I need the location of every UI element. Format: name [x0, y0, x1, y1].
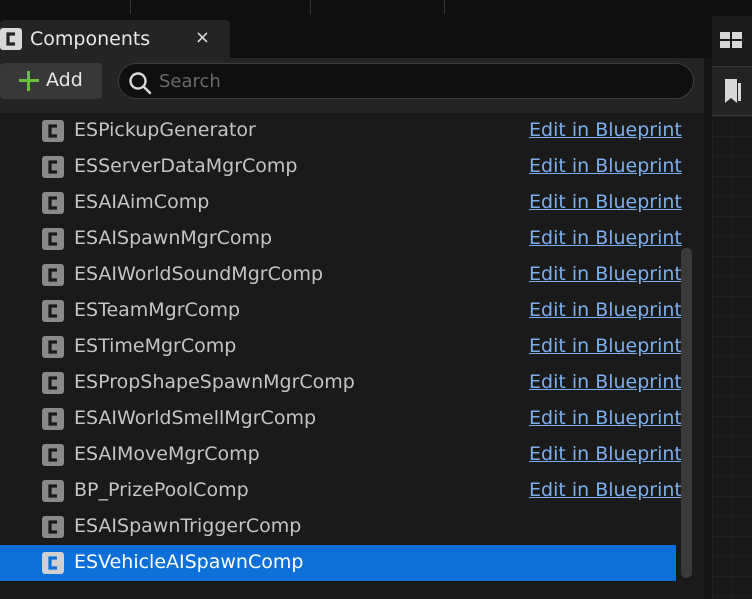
component-class-icon — [42, 300, 64, 322]
edit-in-blueprint-link[interactable]: Edit in Blueprint — [529, 155, 682, 177]
list-item[interactable]: ESAISpawnMgrComp Edit in Blueprint — [0, 221, 682, 257]
layout-grid-icon[interactable] — [718, 26, 746, 54]
component-class-icon — [42, 264, 64, 286]
bookmark-icon — [725, 79, 741, 103]
component-class-icon — [42, 408, 64, 430]
component-class-icon — [42, 120, 64, 142]
list-item[interactable]: ESServerDataMgrComp Edit in Blueprint — [0, 149, 682, 185]
list-item[interactable]: ESPropShapeSpawnMgrComp Edit in Blueprint — [0, 365, 682, 401]
list-item[interactable]: ESAIWorldSmellMgrComp Edit in Blueprint — [0, 401, 682, 437]
top-divider — [444, 0, 445, 14]
top-divider — [310, 0, 311, 14]
component-class-icon — [42, 228, 64, 250]
component-name: ESPickupGenerator — [74, 119, 256, 141]
search-box[interactable] — [118, 63, 694, 99]
add-label: Add — [46, 69, 83, 91]
add-component-button[interactable]: Add — [0, 63, 102, 99]
search-input[interactable] — [159, 66, 679, 96]
list-item[interactable]: ESAISpawnTriggerComp — [0, 509, 676, 545]
component-class-icon — [42, 552, 64, 574]
component-class-icon — [42, 480, 64, 502]
components-panel: Add ESPickupGeneratorEdit in BlueprintES… — [0, 58, 704, 599]
component-name: ESPropShapeSpawnMgrComp — [74, 371, 355, 393]
component-class-icon — [42, 336, 64, 358]
list-item[interactable]: ESAIAimComp Edit in Blueprint — [0, 185, 682, 221]
tab-bar: Components × — [0, 16, 712, 58]
close-icon[interactable]: × — [195, 27, 210, 48]
list-item[interactable]: BP_PrizePoolComp Edit in Blueprint — [0, 473, 682, 509]
component-name: ESAIMoveMgrComp — [74, 443, 260, 465]
component-name: ESAIWorldSmellMgrComp — [74, 407, 317, 429]
edit-in-blueprint-link[interactable]: Edit in Blueprint — [529, 227, 682, 249]
viewport-grid — [712, 116, 752, 599]
tab-title: Components — [30, 28, 151, 50]
tab-components[interactable]: Components × — [0, 20, 230, 58]
component-name: ESTimeMgrComp — [74, 335, 237, 357]
components-toolbar: Add — [0, 58, 704, 106]
component-name: ESServerDataMgrComp — [74, 155, 298, 177]
component-class-icon — [42, 444, 64, 466]
top-divider — [130, 0, 131, 14]
list-item[interactable]: ESPickupGenerator Edit in Blueprint — [0, 113, 682, 149]
component-class-icon — [42, 516, 64, 538]
component-name: ESVehicleAISpawnComp — [74, 551, 304, 573]
list-item[interactable]: ESAIMoveMgrComp Edit in Blueprint — [0, 437, 682, 473]
list-item[interactable]: ESVehicleAISpawnComp — [0, 545, 676, 581]
component-class-icon — [0, 28, 22, 50]
component-name: ESTeamMgrComp — [74, 299, 241, 321]
component-name: ESAISpawnTriggerComp — [74, 515, 302, 537]
scrollbar-thumb[interactable] — [681, 248, 692, 578]
edit-in-blueprint-link[interactable]: Edit in Blueprint — [529, 443, 682, 465]
bookmark-button[interactable] — [712, 66, 752, 116]
component-list: ESPickupGenerator Edit in Blueprint ESServ… — [0, 113, 704, 599]
edit-in-blueprint-link[interactable]: Edit in Blueprint — [529, 191, 682, 213]
edit-in-blueprint-link[interactable]: Edit in Blueprint — [529, 335, 682, 357]
component-name: BP_PrizePoolComp — [74, 479, 249, 501]
component-class-icon — [42, 156, 64, 178]
edit-in-blueprint-link[interactable]: Edit in Blueprint — [529, 407, 682, 429]
list-item[interactable]: ESTeamMgrComp Edit in Blueprint — [0, 293, 682, 329]
component-name: ESAIAimComp — [74, 191, 210, 213]
edit-in-blueprint-link[interactable]: Edit in Blueprint — [529, 479, 682, 501]
edit-in-blueprint-link[interactable]: Edit in Blueprint — [529, 299, 682, 321]
component-name: ESAIWorldSoundMgrComp — [74, 263, 324, 285]
edit-in-blueprint-link[interactable]: Edit in Blueprint — [529, 119, 682, 141]
top-strip — [0, 0, 752, 16]
component-class-icon — [42, 192, 64, 214]
edit-in-blueprint-link[interactable]: Edit in Blueprint — [529, 371, 682, 393]
component-class-icon — [42, 372, 64, 394]
search-icon — [129, 72, 152, 95]
list-item[interactable]: ESAIWorldSoundMgrComp Edit in Blueprint — [0, 257, 682, 293]
list-item[interactable]: ESTimeMgrComp Edit in Blueprint — [0, 329, 682, 365]
component-name: ESAISpawnMgrComp — [74, 227, 273, 249]
plus-icon — [18, 70, 40, 92]
edit-in-blueprint-link[interactable]: Edit in Blueprint — [529, 263, 682, 285]
